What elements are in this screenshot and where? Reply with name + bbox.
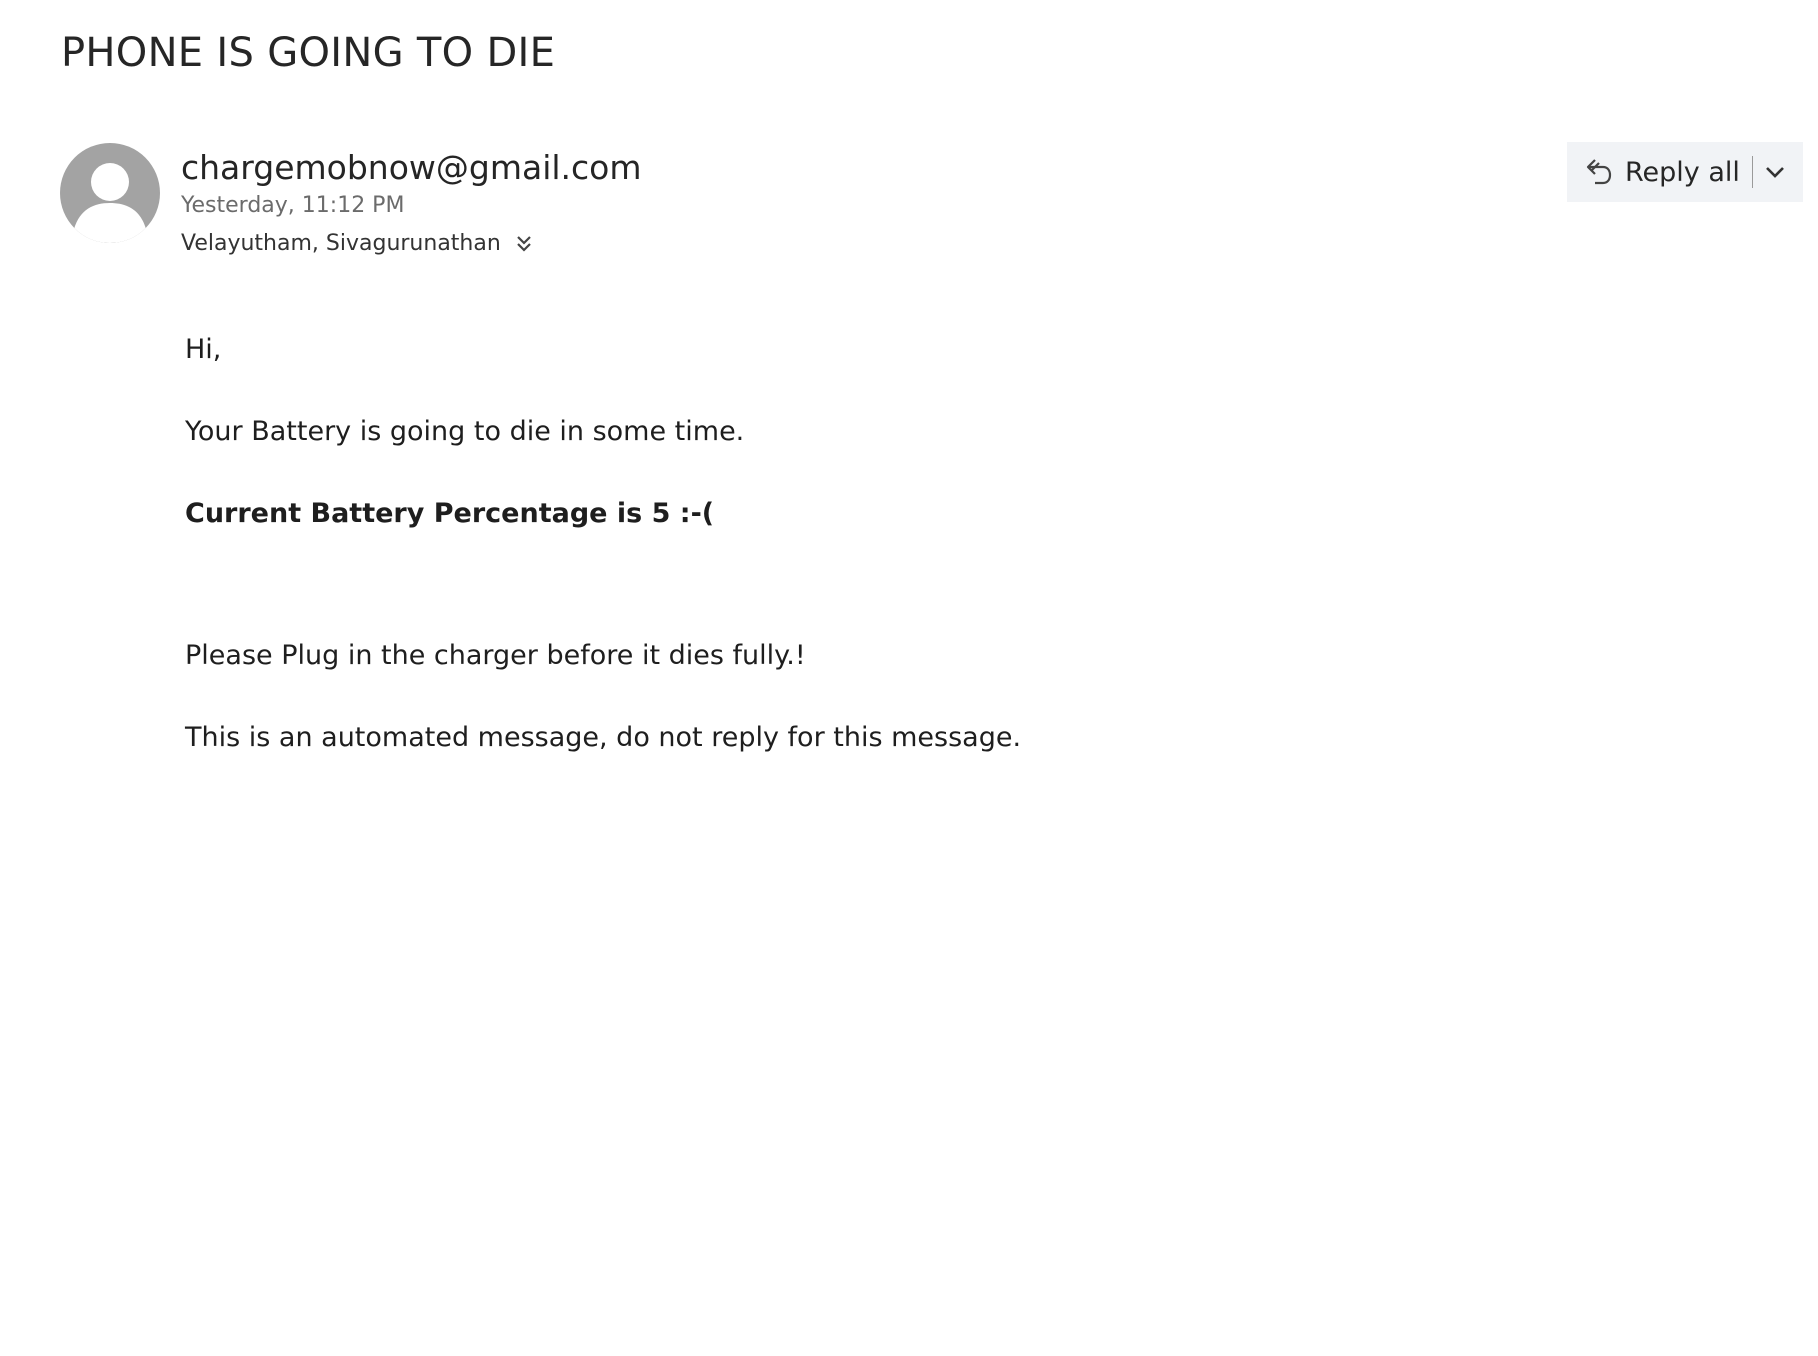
reply-all-button[interactable]: Reply all	[1567, 142, 1752, 202]
body-greeting: Hi,	[185, 334, 222, 365]
body-battery-percentage: Current Battery Percentage is 5 :-(	[185, 498, 715, 529]
email-subject: PHONE IS GOING TO DIE	[61, 30, 556, 76]
body-line-automated: This is an automated message, do not rep…	[185, 722, 1022, 753]
double-chevron-down-icon[interactable]	[515, 232, 533, 256]
reply-all-label: Reply all	[1625, 156, 1740, 188]
reply-all-group: Reply all	[1567, 142, 1803, 202]
body-line-battery-warning: Your Battery is going to die in some tim…	[185, 416, 745, 447]
reply-all-icon	[1583, 157, 1613, 187]
reply-options-dropdown[interactable]	[1753, 142, 1797, 202]
sender-avatar	[60, 143, 160, 243]
sent-time: Yesterday, 11:12 PM	[181, 193, 405, 218]
person-icon	[74, 163, 146, 243]
email-body: Hi, Your Battery is going to die in some…	[185, 332, 1021, 756]
body-line-plug-in: Please Plug in the charger before it die…	[185, 640, 806, 671]
recipients-names[interactable]: Velayutham, Sivagurunathan	[181, 230, 501, 258]
sender-email[interactable]: chargemobnow@gmail.com	[181, 148, 642, 188]
recipients-line: Velayutham, Sivagurunathan	[181, 230, 642, 258]
sender-info: chargemobnow@gmail.com Yesterday, 11:12 …	[181, 148, 642, 258]
chevron-down-icon	[1766, 167, 1784, 178]
